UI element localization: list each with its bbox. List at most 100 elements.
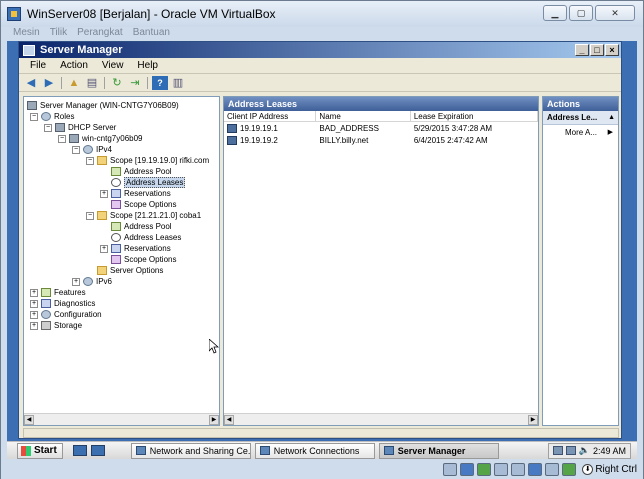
collapse-icon[interactable]: − [72, 145, 80, 154]
scroll-right-icon[interactable]: ▶ [528, 414, 538, 425]
export-list-icon[interactable]: ⇥ [127, 76, 143, 90]
optical-drive-icon[interactable] [460, 462, 475, 476]
computer-icon [227, 135, 237, 145]
tree-item-server-options[interactable]: Server Options [97, 265, 163, 276]
column-lease-expiration[interactable]: Lease Expiration [411, 111, 538, 121]
sm-maximize-button[interactable]: □ [590, 44, 604, 56]
tree-item-features[interactable]: + Features [30, 287, 86, 298]
menu-bantuan[interactable]: Bantuan [133, 27, 170, 41]
menu-view[interactable]: View [95, 60, 131, 71]
collapse-icon[interactable]: − [30, 112, 38, 121]
sm-close-button[interactable]: × [605, 44, 619, 56]
scroll-left-icon[interactable]: ◀ [24, 414, 34, 425]
show-action-pane-icon[interactable]: ▥ [170, 76, 186, 90]
up-folder-icon[interactable]: ▲ [66, 76, 82, 90]
show-desktop-icon[interactable] [90, 445, 105, 456]
back-icon[interactable]: ◀ [23, 76, 39, 90]
expand-icon[interactable]: + [30, 310, 38, 319]
column-name[interactable]: Name [316, 111, 411, 121]
security-tray-icon[interactable] [565, 446, 576, 455]
refresh-icon[interactable]: ↻ [109, 76, 125, 90]
table-row[interactable]: 19.19.19.2 BILLY.billy.net 6/4/2015 2:47… [224, 134, 538, 146]
maximize-button[interactable]: ▢ [569, 5, 593, 21]
mouse-cursor-icon [209, 339, 219, 354]
scroll-left-icon[interactable]: ◀ [224, 414, 234, 425]
tree-item-address-leases-2[interactable]: Address Leases [111, 232, 181, 243]
tree-item-scope-1[interactable]: − Scope [19.19.19.0] rifki.com [86, 155, 209, 166]
server-manager-launch-icon[interactable] [72, 445, 87, 456]
tree-item-server-host[interactable]: − win-cntg7y06b09 [58, 133, 142, 144]
task-network-sharing[interactable]: Network and Sharing Ce... [130, 442, 251, 459]
task-server-manager[interactable]: Server Manager [378, 442, 499, 459]
computer-icon [227, 123, 237, 133]
tree-item-reservations-2[interactable]: + Reservations [100, 243, 171, 254]
column-headers: Client IP Address Name Lease Expiration [224, 111, 538, 122]
expand-icon[interactable]: + [100, 244, 108, 253]
tree-item-reservations-1[interactable]: + Reservations [100, 188, 171, 199]
tree-item-ipv4[interactable]: − IPv4 [72, 144, 112, 155]
tree-item-storage[interactable]: + Storage [30, 320, 82, 331]
scroll-right-icon[interactable]: ▶ [209, 414, 219, 425]
tree-item-address-pool-1[interactable]: Address Pool [111, 166, 172, 177]
tree-item-ipv6[interactable]: + IPv6 [72, 276, 112, 287]
collapse-icon[interactable]: − [44, 123, 52, 132]
lease-icon [111, 233, 121, 242]
actions-section-address-leases[interactable]: Address Le... ▲ [543, 111, 618, 125]
tree-item-diagnostics[interactable]: + Diagnostics [30, 298, 95, 309]
network-adapter-icon[interactable] [511, 462, 526, 476]
task-network-connections[interactable]: Network Connections [254, 442, 375, 459]
start-button[interactable]: Start [17, 442, 63, 459]
sm-minimize-button[interactable]: _ [575, 44, 589, 56]
menu-tilik[interactable]: Tilik [50, 27, 67, 41]
tree-item-dhcp-server[interactable]: − DHCP Server [44, 122, 116, 133]
expand-icon[interactable]: + [100, 189, 108, 198]
diagnostics-icon [41, 299, 51, 308]
expand-icon[interactable]: + [72, 277, 80, 286]
tree-item-address-leases-1[interactable]: Address Leases [111, 177, 186, 188]
menu-mesin[interactable]: Mesin [13, 27, 40, 41]
table-row[interactable]: 19.19.19.1 BAD_ADDRESS 5/29/2015 3:47:28… [224, 122, 538, 134]
forward-icon[interactable]: ▶ [41, 76, 57, 90]
server-manager-menubar: File Action View Help [19, 58, 621, 74]
collapse-up-icon[interactable]: ▲ [608, 114, 615, 121]
features-icon [41, 288, 51, 297]
menu-file[interactable]: File [23, 60, 53, 71]
close-button[interactable]: ✕ [595, 5, 635, 21]
tree-item-scope-options-1[interactable]: Scope Options [111, 199, 176, 210]
tree-item-configuration[interactable]: + Configuration [30, 309, 102, 320]
tree-horizontal-scrollbar[interactable]: ◀ ▶ [24, 413, 219, 425]
usb-icon[interactable] [477, 462, 492, 476]
tree-item-scope-2[interactable]: − Scope [21.21.21.0] coba1 [86, 210, 201, 221]
hard-disk-icon[interactable] [443, 462, 458, 476]
reservations-icon [111, 189, 121, 198]
virtualization-icon[interactable] [562, 462, 577, 476]
expand-icon[interactable]: + [30, 288, 38, 297]
clock[interactable]: 2:49 AM [593, 446, 626, 456]
minimize-button[interactable]: ▁ [543, 5, 567, 21]
results-horizontal-scrollbar[interactable]: ◀ ▶ [224, 413, 538, 425]
expand-icon[interactable]: + [30, 321, 38, 330]
menu-action[interactable]: Action [53, 60, 95, 71]
tree-item-scope-options-2[interactable]: Scope Options [111, 254, 176, 265]
volume-icon[interactable]: 🔈 [579, 445, 590, 456]
menu-help[interactable]: Help [130, 60, 165, 71]
show-hide-tree-icon[interactable]: ▤ [84, 76, 100, 90]
collapse-icon[interactable]: − [86, 156, 94, 165]
menu-perangkat[interactable]: Perangkat [77, 27, 123, 41]
expand-icon[interactable]: + [30, 299, 38, 308]
collapse-icon[interactable]: − [58, 134, 66, 143]
tree-item-roles[interactable]: − Roles [30, 111, 74, 122]
display-icon[interactable] [528, 462, 543, 476]
virtualbox-menubar: Mesin Tilik Perangkat Bantuan [3, 27, 641, 41]
tree-item-server-manager[interactable]: Server Manager (WIN-CNTG7Y06B09) [27, 100, 179, 111]
shared-folders-icon[interactable] [494, 462, 509, 476]
video-capture-icon[interactable] [545, 462, 560, 476]
console-tree[interactable]: Server Manager (WIN-CNTG7Y06B09) − Roles… [23, 96, 220, 426]
pool-icon [111, 167, 121, 176]
column-client-ip[interactable]: Client IP Address [224, 111, 317, 121]
collapse-icon[interactable]: − [86, 211, 94, 220]
tree-item-address-pool-2[interactable]: Address Pool [111, 221, 172, 232]
help-icon[interactable]: ? [152, 75, 168, 90]
more-actions-item[interactable]: More A... ▶ [543, 125, 618, 139]
network-tray-icon[interactable] [552, 446, 563, 455]
